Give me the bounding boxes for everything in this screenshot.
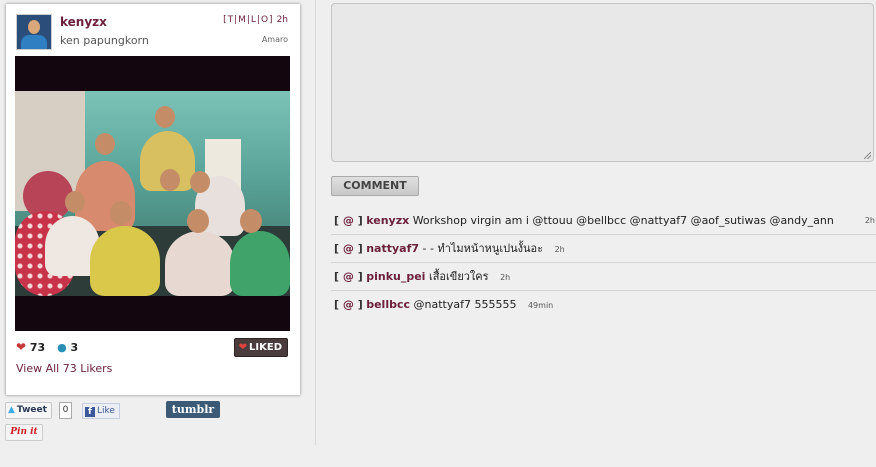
tweet-count: 0 — [59, 402, 72, 419]
comment-text: Workshop virgin am i @ttouu @bellbcc @na… — [412, 214, 834, 227]
comment-row: [ @ ] pinku_pei เสื้อเขียวใคร 2h — [331, 263, 876, 291]
photo-face — [160, 169, 180, 191]
comment-row: [ @ ] bellbcc @nattyaf7 555555 49min — [331, 291, 876, 319]
comment-text: เสื้อเขียวใคร — [428, 270, 489, 283]
photo-face — [190, 171, 210, 193]
post-time: 2h — [276, 15, 288, 25]
reply-at-symbol[interactable]: @ — [343, 214, 354, 227]
post-photo[interactable] — [15, 56, 290, 331]
photo-face — [65, 191, 85, 213]
comment-textarea[interactable] — [331, 3, 874, 162]
comment-row: [ @ ] nattyaf7 - - ทำไมหน้าหนูเปนงั้นอะ … — [331, 235, 876, 263]
reply-at-symbol[interactable]: @ — [343, 298, 354, 311]
liked-label: LIKED — [249, 342, 282, 353]
view-all-likers-link[interactable]: View All 73 Likers — [16, 362, 112, 375]
pinit-button[interactable]: Pin it — [5, 424, 43, 441]
like-count: 73 — [29, 341, 46, 354]
comment-time: 2h — [864, 216, 875, 225]
photo-face — [187, 209, 209, 233]
reply-at-button[interactable]: [ @ ] — [334, 270, 363, 283]
post-fullname: ken papungkorn — [60, 34, 149, 47]
photo-person — [90, 226, 160, 296]
reply-at-button[interactable]: [ @ ] — [334, 298, 363, 311]
reply-at-button[interactable]: [ @ ] — [334, 214, 363, 227]
tumblr-button[interactable]: tumblr — [166, 401, 220, 418]
photo-face — [155, 106, 175, 128]
comment-username[interactable]: pinku_pei — [366, 270, 425, 283]
comment-button[interactable]: COMMENT — [331, 176, 419, 196]
comment-list: [ @ ] kenyzx Workshop virgin am i @ttouu… — [331, 207, 876, 319]
post-stats: ❤ 73 ● 3 — [16, 340, 78, 354]
post-links[interactable]: [T|M|L|O] 2h — [223, 15, 288, 25]
post-card: kenyzx ken papungkorn [T|M|L|O]2h Amaro — [6, 4, 300, 395]
facebook-icon: f — [85, 407, 95, 417]
avatar[interactable] — [16, 14, 52, 50]
avatar-face — [28, 20, 40, 34]
comment-username[interactable]: kenyzx — [366, 214, 409, 227]
comment-time: 2h — [500, 273, 511, 282]
reply-at-symbol[interactable]: @ — [343, 270, 354, 283]
tweet-button[interactable]: ▲ Tweet — [5, 402, 52, 419]
post-links-text[interactable]: [T|M|L|O] — [223, 15, 273, 25]
post-filter: Amaro — [261, 35, 288, 44]
photo-scene — [15, 91, 290, 296]
facebook-like-label: Like — [97, 406, 115, 416]
photo-person — [230, 231, 290, 296]
heart-icon: ❤ — [16, 340, 27, 354]
comment-username[interactable]: nattyaf7 — [366, 242, 419, 255]
comment-username[interactable]: bellbcc — [366, 298, 410, 311]
comment-text: @nattyaf7 555555 — [413, 298, 517, 311]
comment-time: 2h — [554, 245, 565, 254]
liked-button[interactable]: ❤ LIKED — [233, 338, 288, 357]
twitter-bird-icon: ▲ — [8, 405, 15, 415]
resize-handle-icon[interactable] — [864, 152, 871, 159]
heart-icon: ❤ — [238, 342, 248, 353]
photo-face — [95, 133, 115, 155]
comment-count: 3 — [70, 341, 79, 354]
comment-text: - - ทำไมหน้าหนูเปนงั้นอะ — [422, 242, 544, 255]
comment-time: 49min — [527, 301, 554, 310]
facebook-like-button[interactable]: f Like — [82, 403, 120, 419]
column-divider — [315, 0, 316, 445]
photo-face — [110, 201, 132, 225]
photo-face — [240, 209, 262, 233]
reply-at-button[interactable]: [ @ ] — [334, 242, 363, 255]
comment-bubble-icon: ● — [57, 341, 67, 354]
tweet-label: Tweet — [16, 405, 47, 415]
photo-person — [165, 231, 235, 296]
comment-row: [ @ ] kenyzx Workshop virgin am i @ttouu… — [331, 207, 876, 235]
avatar-shirt — [21, 35, 47, 49]
reply-at-symbol[interactable]: @ — [343, 242, 354, 255]
post-username[interactable]: kenyzx — [60, 15, 107, 29]
